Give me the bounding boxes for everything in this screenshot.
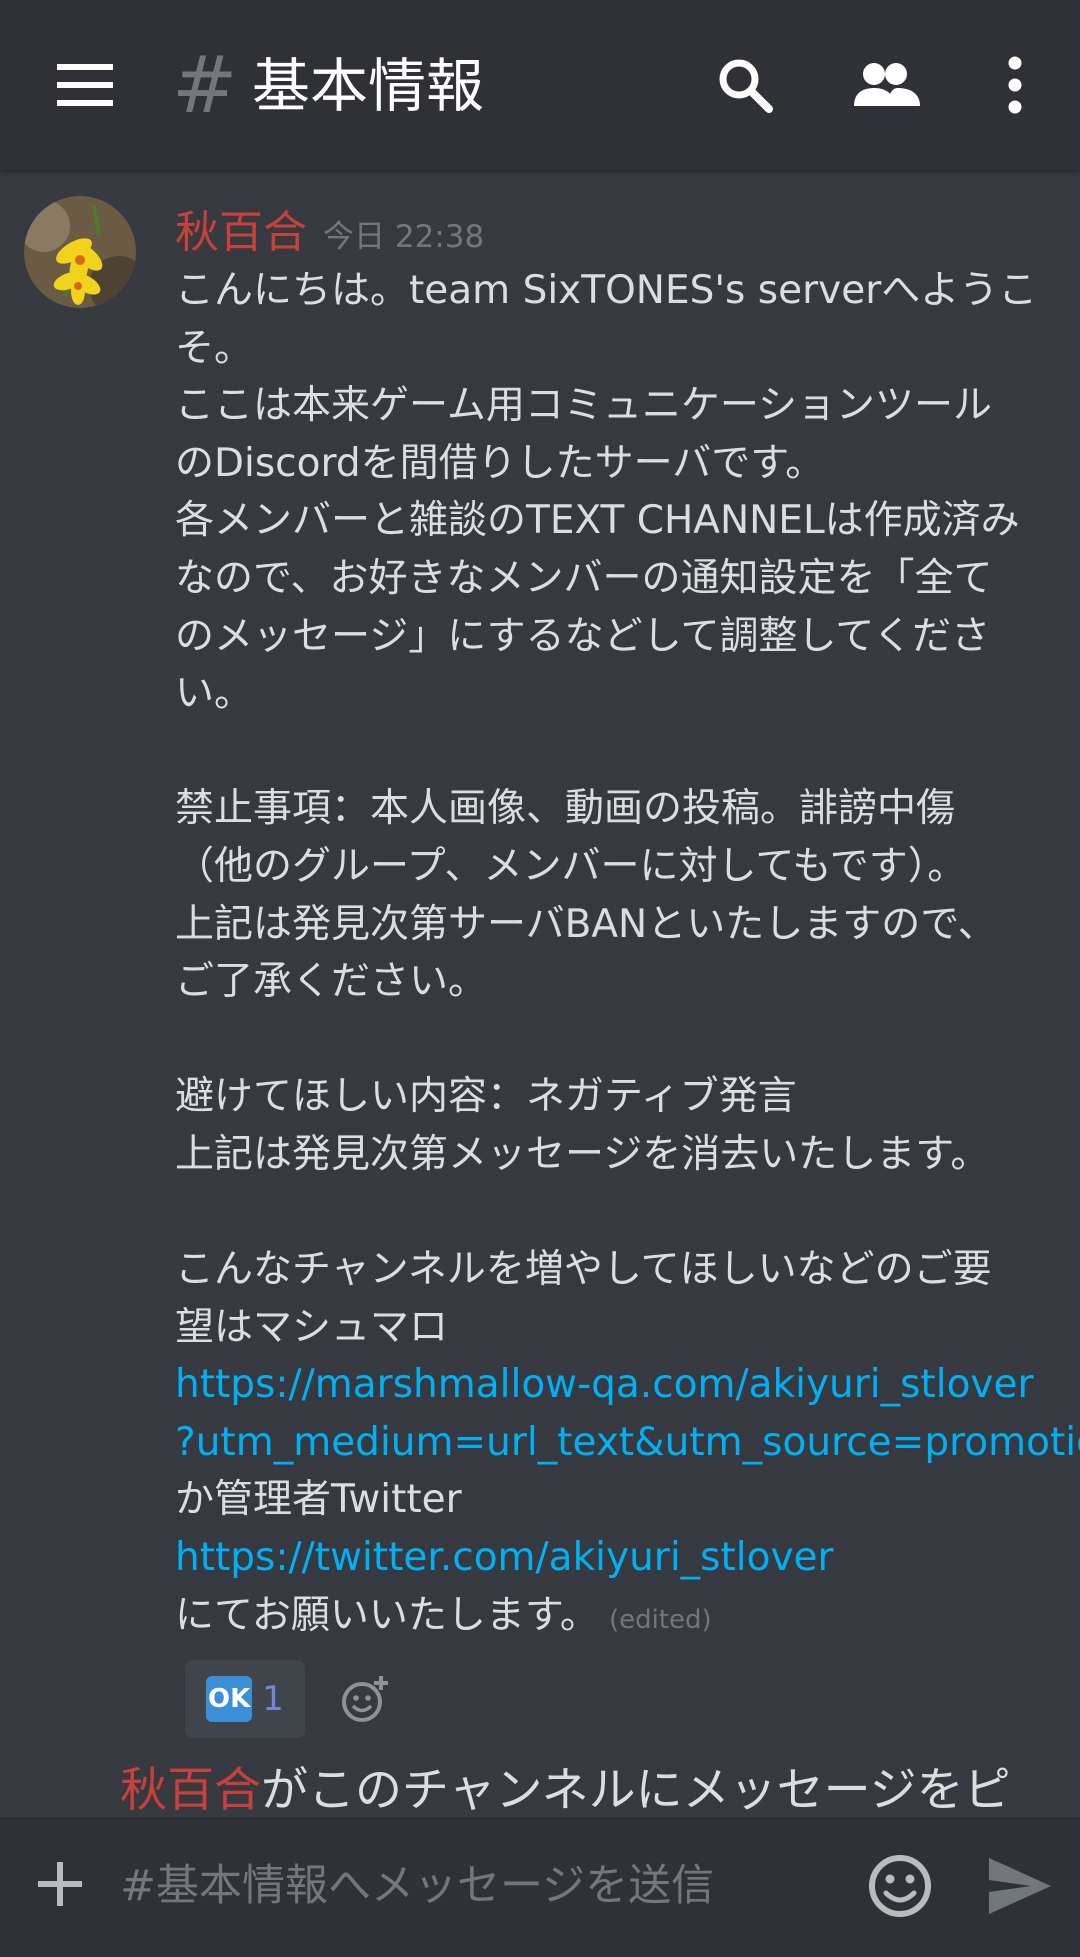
hamburger-menu-button[interactable] <box>40 45 130 125</box>
members-button[interactable] <box>842 45 932 125</box>
twitter-link[interactable]: https://twitter.com/akiyuri_stlover <box>175 1529 1055 1587</box>
marshmallow-link-line-2[interactable]: ?utm_medium=url_text&utm_source=promotio… <box>175 1414 1080 1472</box>
discord-channel-screen: # 基本情報 秋百合 今日 22:38 こんにちは。team SixTONES'… <box>0 0 1080 1957</box>
message-line: い。 <box>175 671 254 717</box>
message-list[interactable]: 秋百合 今日 22:38 こんにちは。team SixTONES's serve… <box>0 170 1080 1818</box>
message-line: 上記は発見次第メッセージを消去いたします。 <box>175 1131 990 1177</box>
search-button[interactable] <box>700 45 790 125</box>
message-closing-line: にてお願いいたします。 (edited) <box>175 1587 1055 1645</box>
message-line: か管理者Twitter <box>175 1477 462 1523</box>
channel-hash-icon: # <box>172 41 238 131</box>
members-icon <box>854 63 920 106</box>
message-line: こんなチャンネルを増やしてほしいなどのご要 <box>175 1247 992 1293</box>
message-line: こんにちは。team SixTONES's serverへようこ <box>175 268 1038 313</box>
pin-system-message: 秋百合がこのチャンネルにメッセージをピ <box>120 1760 1080 1818</box>
plus-icon <box>38 1862 82 1906</box>
message-line: 避けてほしい内容：ネガティブ発言 <box>175 1074 797 1120</box>
reaction-count: 1 <box>262 1679 284 1719</box>
add-reaction-icon <box>342 1676 388 1722</box>
message-input[interactable]: #基本情報へメッセージを送信 <box>120 1851 714 1921</box>
message-line: そ。 <box>175 325 254 371</box>
pin-notice-text: がこのチャンネルにメッセージをピ <box>261 1763 1011 1818</box>
message-line: 禁止事項：本人画像、動画の投稿。誹謗中傷 <box>175 786 956 832</box>
emoji-smile-icon <box>869 1855 931 1917</box>
channel-title: 基本情報 <box>252 52 485 120</box>
search-icon <box>719 59 773 113</box>
message-input-bar: #基本情報へメッセージを送信 <box>0 1818 1080 1957</box>
pin-author-name[interactable]: 秋百合 <box>120 1763 261 1818</box>
send-button[interactable] <box>985 1854 1055 1919</box>
message-line: のメッセージ」にするなどして調整してくださ <box>175 613 991 659</box>
edited-label: (edited) <box>608 1604 712 1635</box>
ok-reaction-button[interactable]: OK 1 <box>185 1660 305 1738</box>
message-line: のDiscordを間借りしたサーバです。 <box>175 440 825 486</box>
emoji-picker-button[interactable] <box>865 1851 935 1921</box>
message-header: 秋百合 今日 22:38 <box>175 196 485 258</box>
message-line: 望はマシュマロ <box>175 1304 449 1350</box>
send-arrow-icon <box>989 1858 1051 1914</box>
message-line: ここは本来ゲーム用コミュニケーションツール <box>175 383 993 429</box>
more-vertical-icon <box>1008 56 1022 114</box>
hamburger-icon <box>57 64 113 106</box>
add-reaction-button[interactable] <box>335 1669 395 1729</box>
channel-header: # 基本情報 <box>0 0 1080 170</box>
message-line: 上記は発見次第サーバBANといたしますので、 <box>175 901 997 947</box>
message-timestamp: 今日 22:38 <box>323 219 485 255</box>
ok-emoji-icon: OK <box>206 1676 253 1722</box>
lily-flower-avatar-image <box>24 196 136 308</box>
message-line: （他のグループ、メンバーに対してもです）。 <box>175 843 967 889</box>
reaction-bar: OK 1 <box>185 1660 395 1738</box>
message-content: こんにちは。team SixTONES's serverへようこ そ。 ここは本… <box>175 262 1080 1645</box>
message-line: なので、お好きなメンバーの通知設定を「全て <box>175 555 993 601</box>
author-name[interactable]: 秋百合 <box>175 196 307 260</box>
message-closing-text: にてお願いいたします。 <box>175 1592 599 1638</box>
message-line: ご了承ください。 <box>175 959 488 1005</box>
author-avatar[interactable] <box>24 196 136 308</box>
more-options-button[interactable] <box>970 45 1060 125</box>
marshmallow-link-line-1[interactable]: https://marshmallow-qa.com/akiyuri_stlov… <box>175 1356 1055 1414</box>
message-line: 各メンバーと雑談のTEXT CHANNELは作成済み <box>175 498 1020 544</box>
attach-button[interactable] <box>30 1854 90 1914</box>
